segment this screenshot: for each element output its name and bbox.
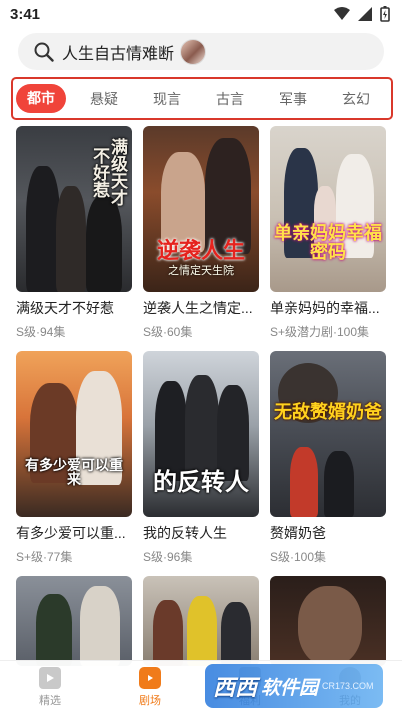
nav-item-juchang[interactable]: 剧场: [100, 661, 200, 715]
signal-icon: [358, 7, 372, 21]
drama-card[interactable]: 满级天才不好惹 满级天才不好惹 S级·94集: [16, 126, 132, 340]
drama-card[interactable]: 无敌赘婿奶爸 赘婿奶爸 S级·100集: [270, 351, 386, 565]
poster-text: 逆袭人生: [156, 237, 245, 263]
drama-meta: S级·60集: [143, 325, 193, 339]
drama-meta: S级·94集: [16, 325, 66, 339]
drama-title: 逆袭人生之情定...: [143, 300, 253, 316]
drama-poster[interactable]: 逆袭人生 之情定天生院: [143, 126, 259, 292]
drama-poster[interactable]: [270, 576, 386, 666]
drama-title: 满级天才不好惹: [16, 300, 114, 316]
poster-text: 满级天才不好惹: [90, 138, 127, 206]
status-icons: [334, 6, 390, 22]
poster-text: 单亲妈妈幸福密码: [274, 223, 382, 263]
watermark-logo: 西西: [213, 675, 258, 700]
tv-icon: [139, 667, 161, 689]
drama-meta: S+级潜力剧·100集: [270, 325, 370, 339]
drama-card[interactable]: [270, 576, 386, 666]
poster-text: 无敌赘婿奶爸: [274, 402, 382, 422]
category-tabs: 都市 悬疑 现言 古言 军事 玄幻: [11, 77, 393, 120]
drama-title: 赘婿奶爸: [270, 525, 326, 541]
wifi-icon: [334, 7, 350, 20]
drama-poster[interactable]: 有多少爱可以重来: [16, 351, 132, 517]
tab-xuanyi[interactable]: 悬疑: [79, 89, 129, 109]
drama-poster[interactable]: 单亲妈妈幸福密码: [270, 126, 386, 292]
drama-meta: S级·96集: [143, 550, 193, 564]
drama-title: 我的反转人生: [143, 525, 227, 541]
search-drama-thumbnail: [180, 38, 207, 65]
drama-card[interactable]: [143, 576, 259, 666]
drama-card[interactable]: 单亲妈妈幸福密码 单亲妈妈的幸福... S+级潜力剧·100集: [270, 126, 386, 340]
drama-poster[interactable]: 无敌赘婿奶爸: [270, 351, 386, 517]
tab-xianyan[interactable]: 现言: [142, 89, 192, 109]
tab-junshi[interactable]: 军事: [268, 89, 318, 109]
nav-item-jingxuan[interactable]: 精选: [0, 661, 100, 715]
battery-icon: [380, 6, 390, 22]
watermark: 西西 软件园 CR173.COM: [205, 664, 383, 708]
tab-dushi[interactable]: 都市: [16, 84, 66, 113]
play-icon: [39, 667, 61, 689]
watermark-name: 软件园: [261, 677, 319, 699]
drama-card[interactable]: [16, 576, 132, 666]
status-time: 3:41: [10, 5, 41, 23]
drama-card[interactable]: 逆袭人生 之情定天生院 逆袭人生之情定... S级·60集: [143, 126, 259, 340]
drama-card[interactable]: 的反转人 我的反转人生 S级·96集: [143, 351, 259, 565]
drama-poster[interactable]: 满级天才不好惹: [16, 126, 132, 292]
search-icon: [34, 42, 54, 62]
drama-card[interactable]: 有多少爱可以重来 有多少爱可以重... S+级·77集: [16, 351, 132, 565]
drama-poster[interactable]: [143, 576, 259, 666]
drama-title: 有多少爱可以重...: [16, 525, 126, 541]
drama-title: 单亲妈妈的幸福...: [270, 300, 380, 316]
tab-guyan[interactable]: 古言: [205, 89, 255, 109]
poster-subtext: 之情定天生院: [168, 265, 234, 277]
drama-poster[interactable]: 的反转人: [143, 351, 259, 517]
search-suggestion: 人生自古情难断: [62, 45, 175, 63]
poster-text: 有多少爱可以重来: [25, 456, 123, 488]
drama-poster[interactable]: [16, 576, 132, 666]
search-bar[interactable]: 人生自古情难断: [18, 33, 384, 70]
tab-xuanhuan[interactable]: 玄幻: [331, 89, 381, 109]
poster-text: 的反转人: [153, 468, 249, 496]
nav-label: 剧场: [139, 695, 161, 707]
drama-meta: S+级·77集: [16, 550, 73, 564]
status-bar: 3:41: [0, 0, 402, 28]
watermark-url: CR173.COM: [322, 681, 374, 691]
drama-meta: S级·100集: [270, 550, 327, 564]
nav-label: 精选: [39, 695, 61, 707]
